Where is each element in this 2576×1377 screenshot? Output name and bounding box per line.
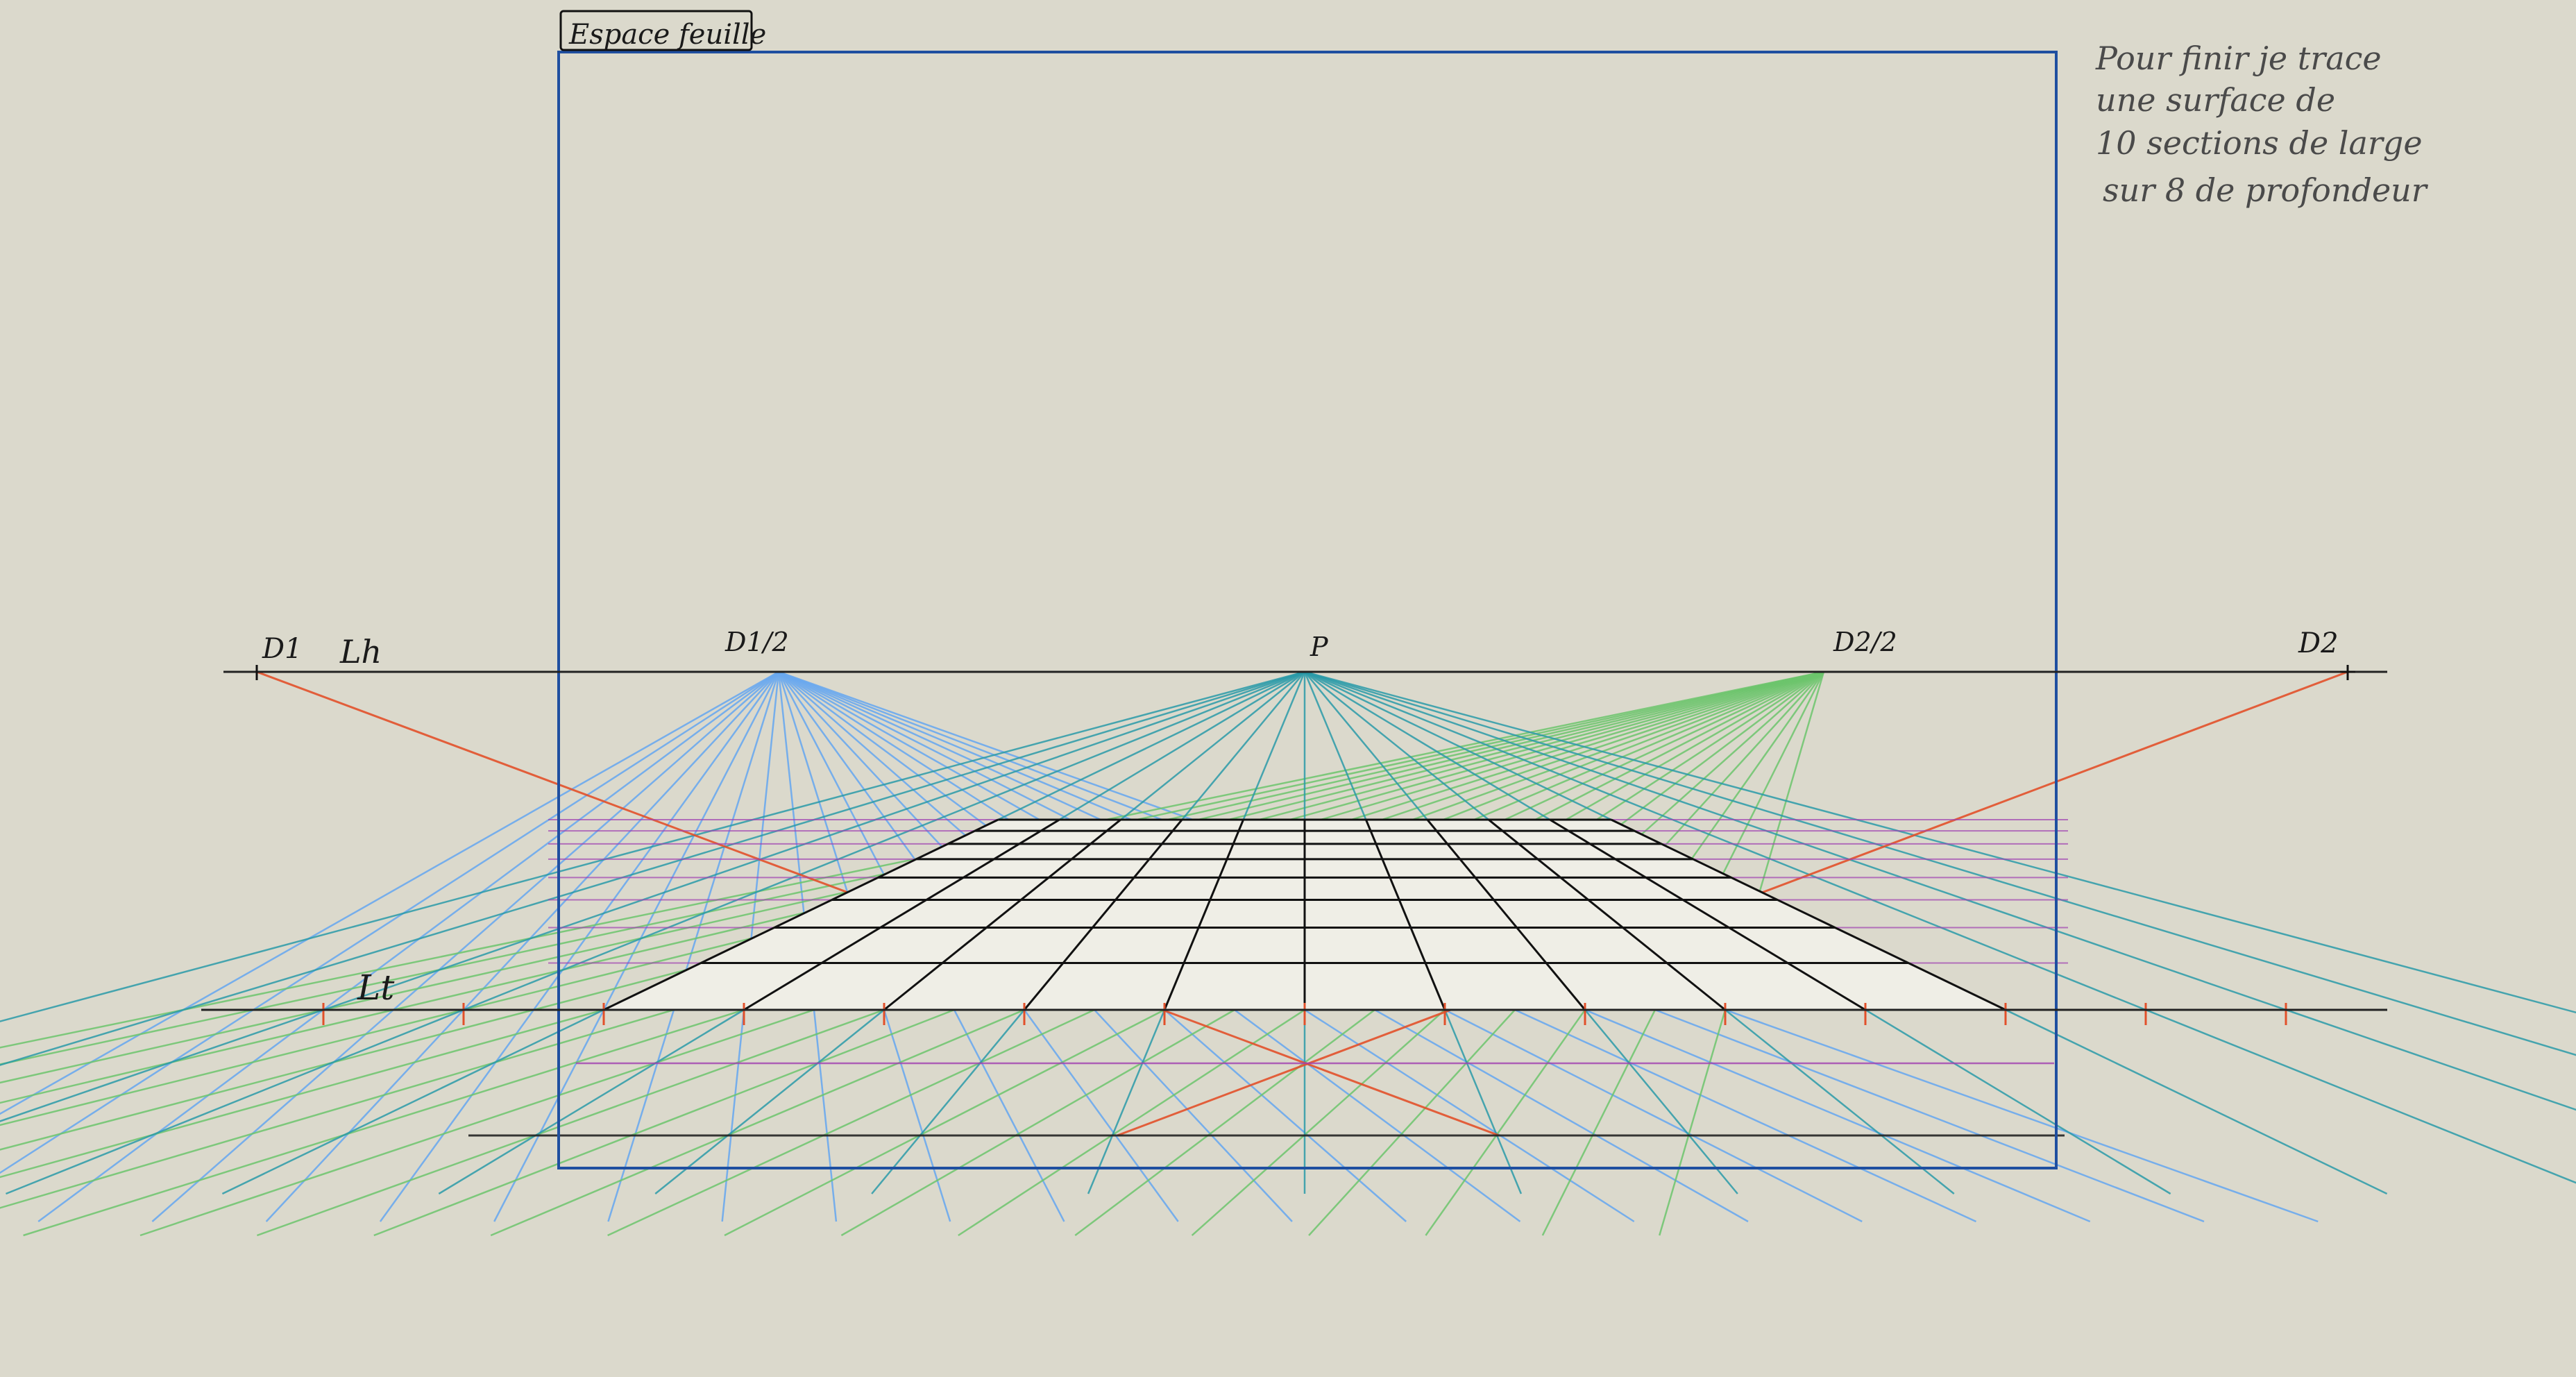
label-d1: D1 [262, 633, 303, 665]
sheet-label: Espace feuille [568, 19, 766, 51]
handwritten-note: Pour finir je trace une surface de 10 se… [2095, 40, 2429, 209]
perspective-drawing-canvas: Espace feuille D1 Lh D1/2 P D2/2 D2 Lt P… [0, 10, 2576, 1237]
label-lh: Lh [339, 633, 382, 670]
note-line-4: sur 8 de profondeur [2103, 171, 2429, 209]
label-d2: D2 [2298, 627, 2339, 659]
note-line-2: une surface de [2096, 81, 2335, 119]
label-d2-half: D2/2 [1833, 627, 1897, 657]
ray-d1-half [151, 671, 779, 1222]
note-line-1: Pour finir je trace [2095, 40, 2382, 77]
label-p: P [1310, 632, 1329, 662]
note-line-3: 10 sections de large [2096, 124, 2423, 162]
label-d1-half: D1/2 [724, 627, 789, 657]
ray-d1-half [37, 670, 779, 1223]
label-lt: Lt [357, 968, 395, 1008]
